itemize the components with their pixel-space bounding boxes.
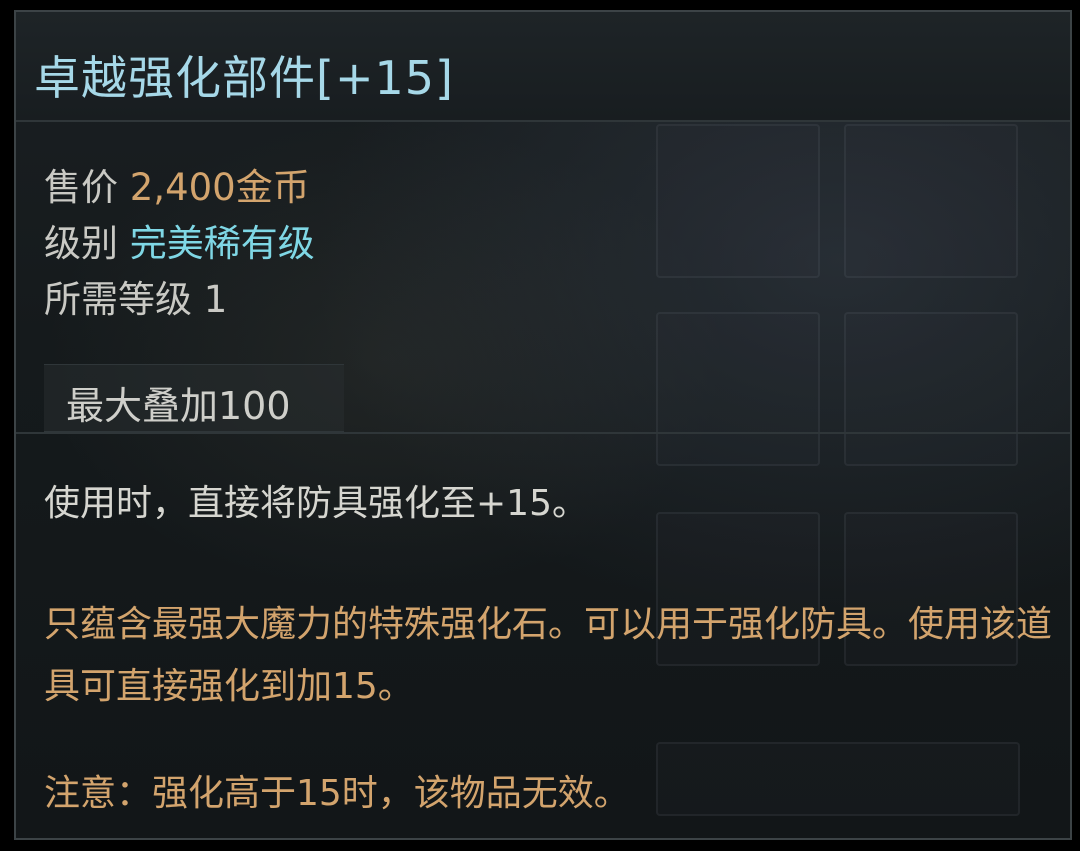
section-divider [16,432,1070,434]
background-inventory-slot [656,124,820,278]
tooltip-title-bar: 卓越强化部件[+15] [16,12,1070,122]
price-label: 售价 [44,166,118,209]
item-title: 卓越强化部件[+15] [34,51,454,105]
level-row: 所需等级 1 [44,272,315,328]
item-warning-note: 注意：强化高于15时，该物品无效。 [44,773,630,814]
level-label: 所需等级 [44,278,192,321]
grade-value: 完美稀有级 [129,222,315,265]
background-inventory-slot [844,124,1018,278]
max-stack-text: 最大叠加100 [66,384,291,428]
background-inventory-slot [656,312,820,466]
screen: 卓越强化部件[+15] 售价 2,400金币 级别 完美稀有级 所需等级 1 最… [0,0,1080,851]
background-inventory-slot [844,312,1018,466]
grade-row: 级别 完美稀有级 [44,216,315,272]
price-row: 售价 2,400金币 [44,160,315,216]
price-value: 2,400金币 [129,166,310,209]
item-info: 售价 2,400金币 级别 完美稀有级 所需等级 1 [44,160,315,328]
background-inventory-slot [656,742,1020,816]
item-tooltip: 卓越强化部件[+15] 售价 2,400金币 级别 完美稀有级 所需等级 1 最… [14,10,1072,840]
level-value: 1 [203,278,228,321]
use-effect-text: 使用时，直接将防具强化至+15。 [44,483,588,524]
grade-label: 级别 [44,222,118,265]
stack-box: 最大叠加100 [44,364,344,432]
item-description: 只蕴含最强大魔力的特殊强化石。可以用于强化防具。使用该道具可直接强化到加15。 [44,604,1053,707]
